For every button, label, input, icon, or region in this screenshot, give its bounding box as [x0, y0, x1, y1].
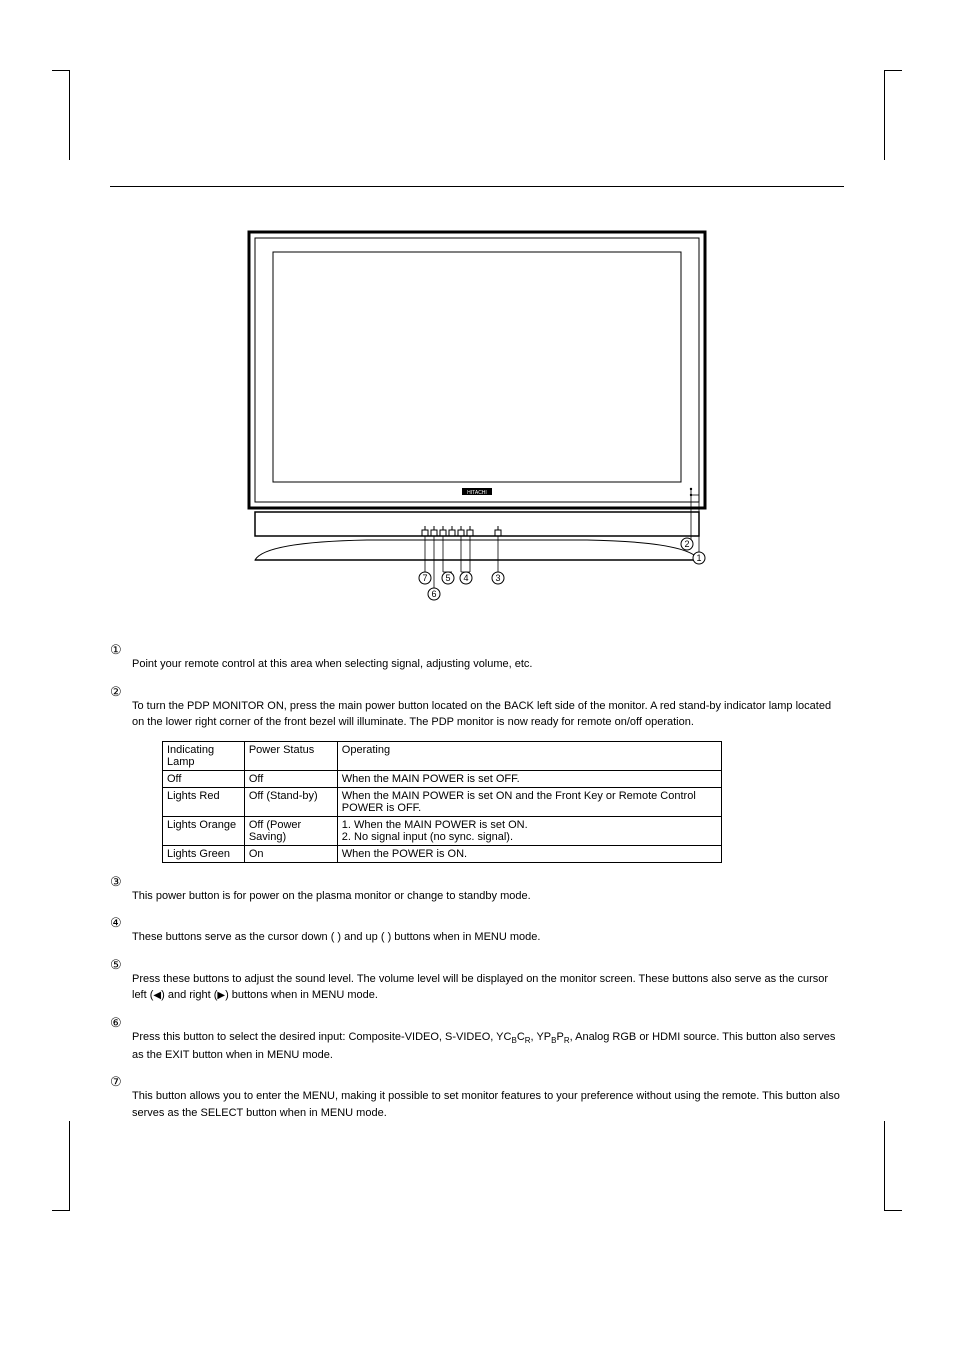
- svg-text:3: 3: [495, 573, 500, 583]
- svg-text:5: 5: [445, 573, 450, 583]
- item-1-body: Point your remote control at this area w…: [132, 656, 844, 673]
- item-1: ① Point your remote control at this area…: [110, 643, 844, 673]
- item-5-body: Press these buttons to adjust the sound …: [132, 971, 844, 1004]
- th-status: Power Status: [244, 741, 337, 770]
- indicator-lamp-table: Indicating Lamp Power Status Operating O…: [162, 741, 722, 863]
- item-3-body: This power button is for power on the pl…: [132, 888, 844, 905]
- item-7-num: ⑦: [110, 1075, 124, 1088]
- header-rule: [110, 186, 844, 187]
- item-7: ⑦ This button allows you to enter the ME…: [110, 1075, 844, 1121]
- svg-text:4: 4: [463, 573, 468, 583]
- th-operating: Operating: [337, 741, 721, 770]
- item-3-num: ③: [110, 875, 124, 888]
- crop-mark-br: [884, 1121, 902, 1211]
- th-lamp: Indicating Lamp: [163, 741, 245, 770]
- monitor-diagram: HITACHI: [247, 230, 707, 613]
- svg-text:2: 2: [684, 539, 689, 549]
- item-2-num: ②: [110, 685, 124, 698]
- item-6: ⑥ Press this button to select the desire…: [110, 1016, 844, 1064]
- item-5: ⑤ Press these buttons to adjust the soun…: [110, 958, 844, 1004]
- item-7-body: This button allows you to enter the MENU…: [132, 1088, 844, 1121]
- brand-label: HITACHI: [467, 490, 487, 496]
- page-content: HITACHI: [110, 210, 844, 1133]
- item-1-num: ①: [110, 643, 124, 656]
- item-2: ② To turn the PDP MONITOR ON, press the …: [110, 685, 844, 863]
- item-6-body: Press this button to select the desired …: [132, 1029, 844, 1064]
- crop-mark-tr: [884, 70, 902, 160]
- crop-mark-tl: [52, 70, 70, 160]
- item-5-num: ⑤: [110, 958, 124, 971]
- item-6-num: ⑥: [110, 1016, 124, 1029]
- svg-text:1: 1: [696, 553, 701, 563]
- svg-text:6: 6: [431, 589, 436, 599]
- item-2-body: To turn the PDP MONITOR ON, press the ma…: [132, 698, 844, 731]
- crop-mark-bl: [52, 1121, 70, 1211]
- item-4-body: These buttons serve as the cursor down (…: [132, 929, 844, 946]
- item-3: ③ This power button is for power on the …: [110, 875, 844, 905]
- item-4-num: ④: [110, 916, 124, 929]
- item-4: ④ These buttons serve as the cursor down…: [110, 916, 844, 946]
- svg-text:7: 7: [422, 573, 427, 583]
